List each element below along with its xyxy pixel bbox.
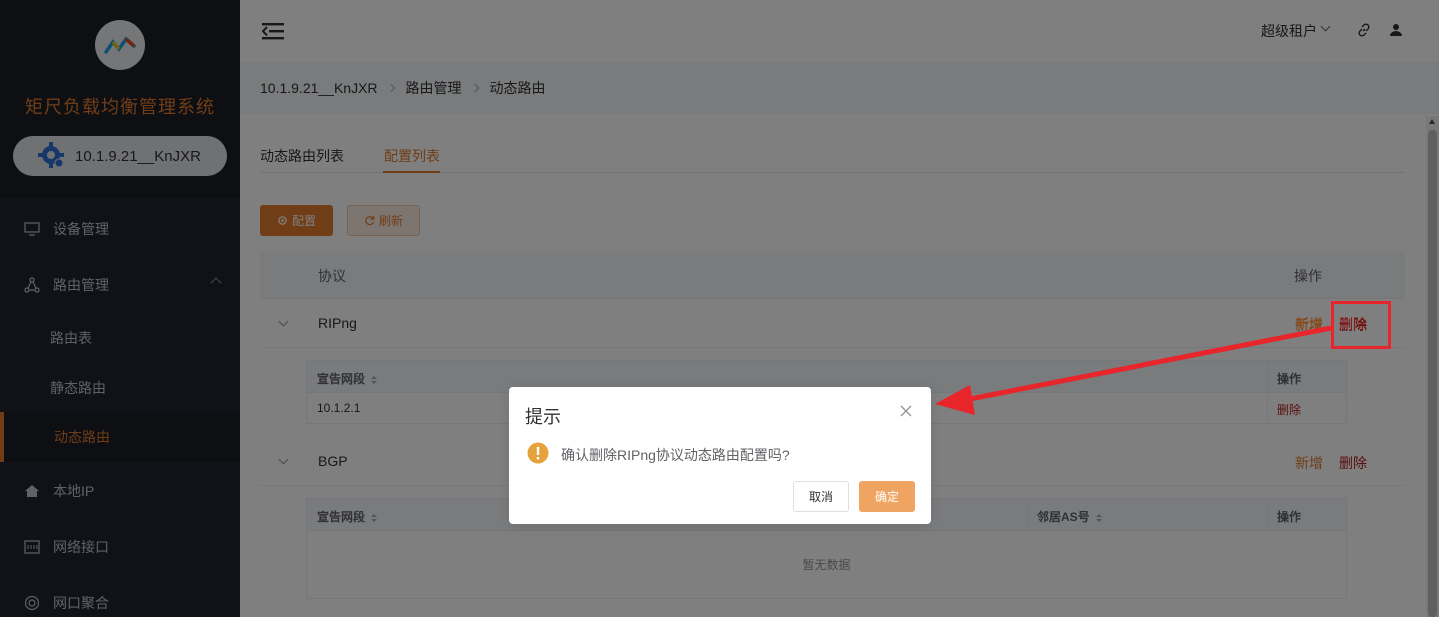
warning-icon [527,442,549,464]
confirm-dialog: 提示 确认删除RIPng协议动态路由配置吗? 取消 确定 [509,387,931,524]
modal-overlay[interactable] [0,0,1439,617]
annotation-highlight-box [1331,301,1391,349]
close-icon[interactable] [900,405,912,417]
add-button-dimmed: 新增 [1295,316,1323,332]
dialog-message: 确认删除RIPng协议动态路由配置吗? [561,447,790,463]
cancel-button[interactable]: 取消 [793,481,849,512]
confirm-button[interactable]: 确定 [859,481,915,512]
dialog-title: 提示 [525,407,561,427]
